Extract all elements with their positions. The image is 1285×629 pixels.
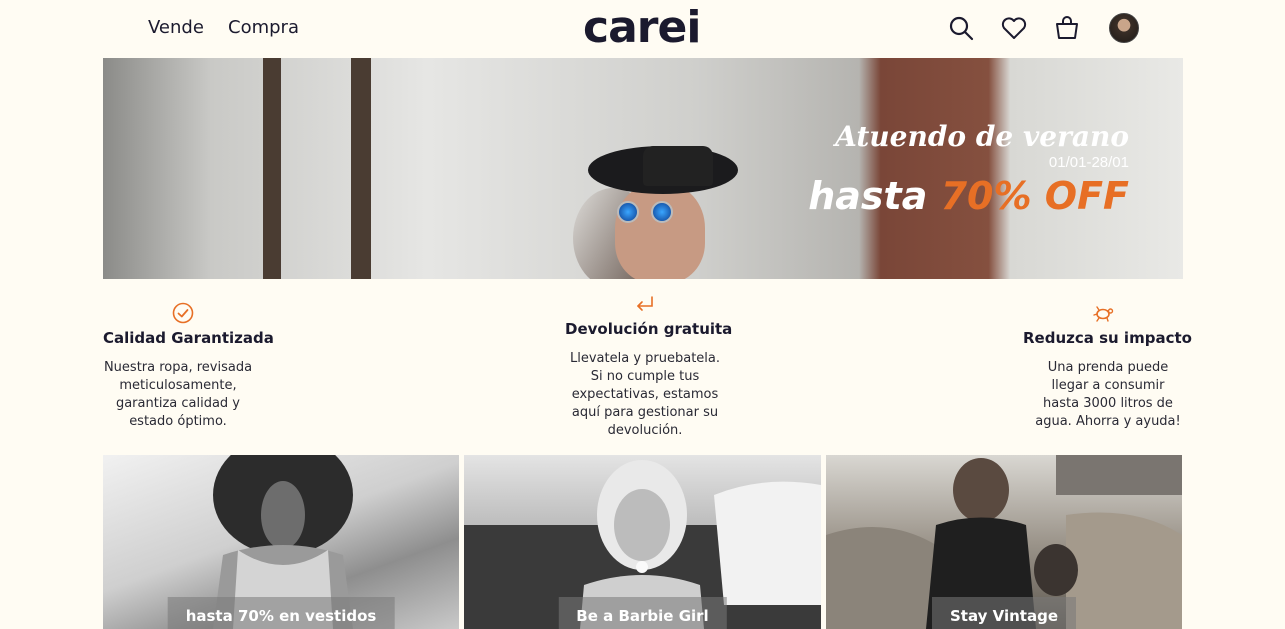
site-header: Vende Compra carei bbox=[0, 0, 1285, 58]
logo[interactable]: carei bbox=[583, 2, 701, 53]
nav-vende[interactable]: Vende bbox=[148, 17, 204, 38]
hero-banner[interactable]: Atuendo de verano 01/01-28/01 hasta 70% … bbox=[103, 58, 1183, 279]
category-card-dresses[interactable]: hasta 70% en vestidos bbox=[103, 455, 459, 629]
feature-quality: Calidad Garantizada Nuestra ropa, revisa… bbox=[103, 301, 274, 431]
search-icon[interactable] bbox=[947, 14, 975, 42]
check-circle-icon bbox=[172, 302, 194, 324]
feature-description: Una prenda puede llegar a consumir hasta… bbox=[1035, 360, 1181, 429]
hero-offer-value: 70% OFF bbox=[940, 174, 1129, 218]
feature-impact: Reduzca su impacto Una prenda puede lleg… bbox=[1023, 301, 1192, 431]
card-label: Be a Barbie Girl bbox=[558, 597, 727, 629]
feature-title: Calidad Garantizada bbox=[103, 329, 274, 347]
feature-title: Devolución gratuita bbox=[565, 320, 733, 338]
feature-description: Llevatela y pruebatela. Si no cumple tus… bbox=[570, 351, 721, 438]
hero-offer-prefix: hasta bbox=[808, 174, 928, 218]
bag-icon[interactable] bbox=[1053, 14, 1081, 42]
card-label: Stay Vintage bbox=[931, 597, 1077, 629]
hero-image-hat bbox=[643, 146, 713, 186]
hero-image-pole bbox=[351, 58, 371, 279]
feature-returns: Devolución gratuita Llevatela y pruebate… bbox=[565, 292, 733, 440]
hero-image-pole bbox=[263, 58, 281, 279]
feature-title: Reduzca su impacto bbox=[1023, 329, 1192, 347]
turtle-icon bbox=[1093, 306, 1114, 322]
hero-title: Atuendo de verano bbox=[835, 120, 1129, 153]
return-arrow-icon bbox=[637, 296, 653, 311]
category-card-barbie[interactable]: Be a Barbie Girl bbox=[464, 455, 821, 629]
feature-description: Nuestra ropa, revisada meticulosamente, … bbox=[103, 360, 253, 429]
hero-image-sunglasses bbox=[617, 201, 639, 223]
card-label: hasta 70% en vestidos bbox=[167, 597, 395, 629]
heart-icon[interactable] bbox=[1000, 14, 1028, 42]
hero-offer: hasta 70% OFF bbox=[808, 174, 1129, 218]
hero-dates: 01/01-28/01 bbox=[1048, 154, 1129, 171]
hero-image-sunglasses bbox=[651, 201, 673, 223]
hero-image-face bbox=[615, 183, 705, 279]
avatar[interactable] bbox=[1109, 13, 1139, 43]
category-card-vintage[interactable]: Stay Vintage bbox=[826, 455, 1182, 629]
nav-compra[interactable]: Compra bbox=[228, 17, 299, 38]
